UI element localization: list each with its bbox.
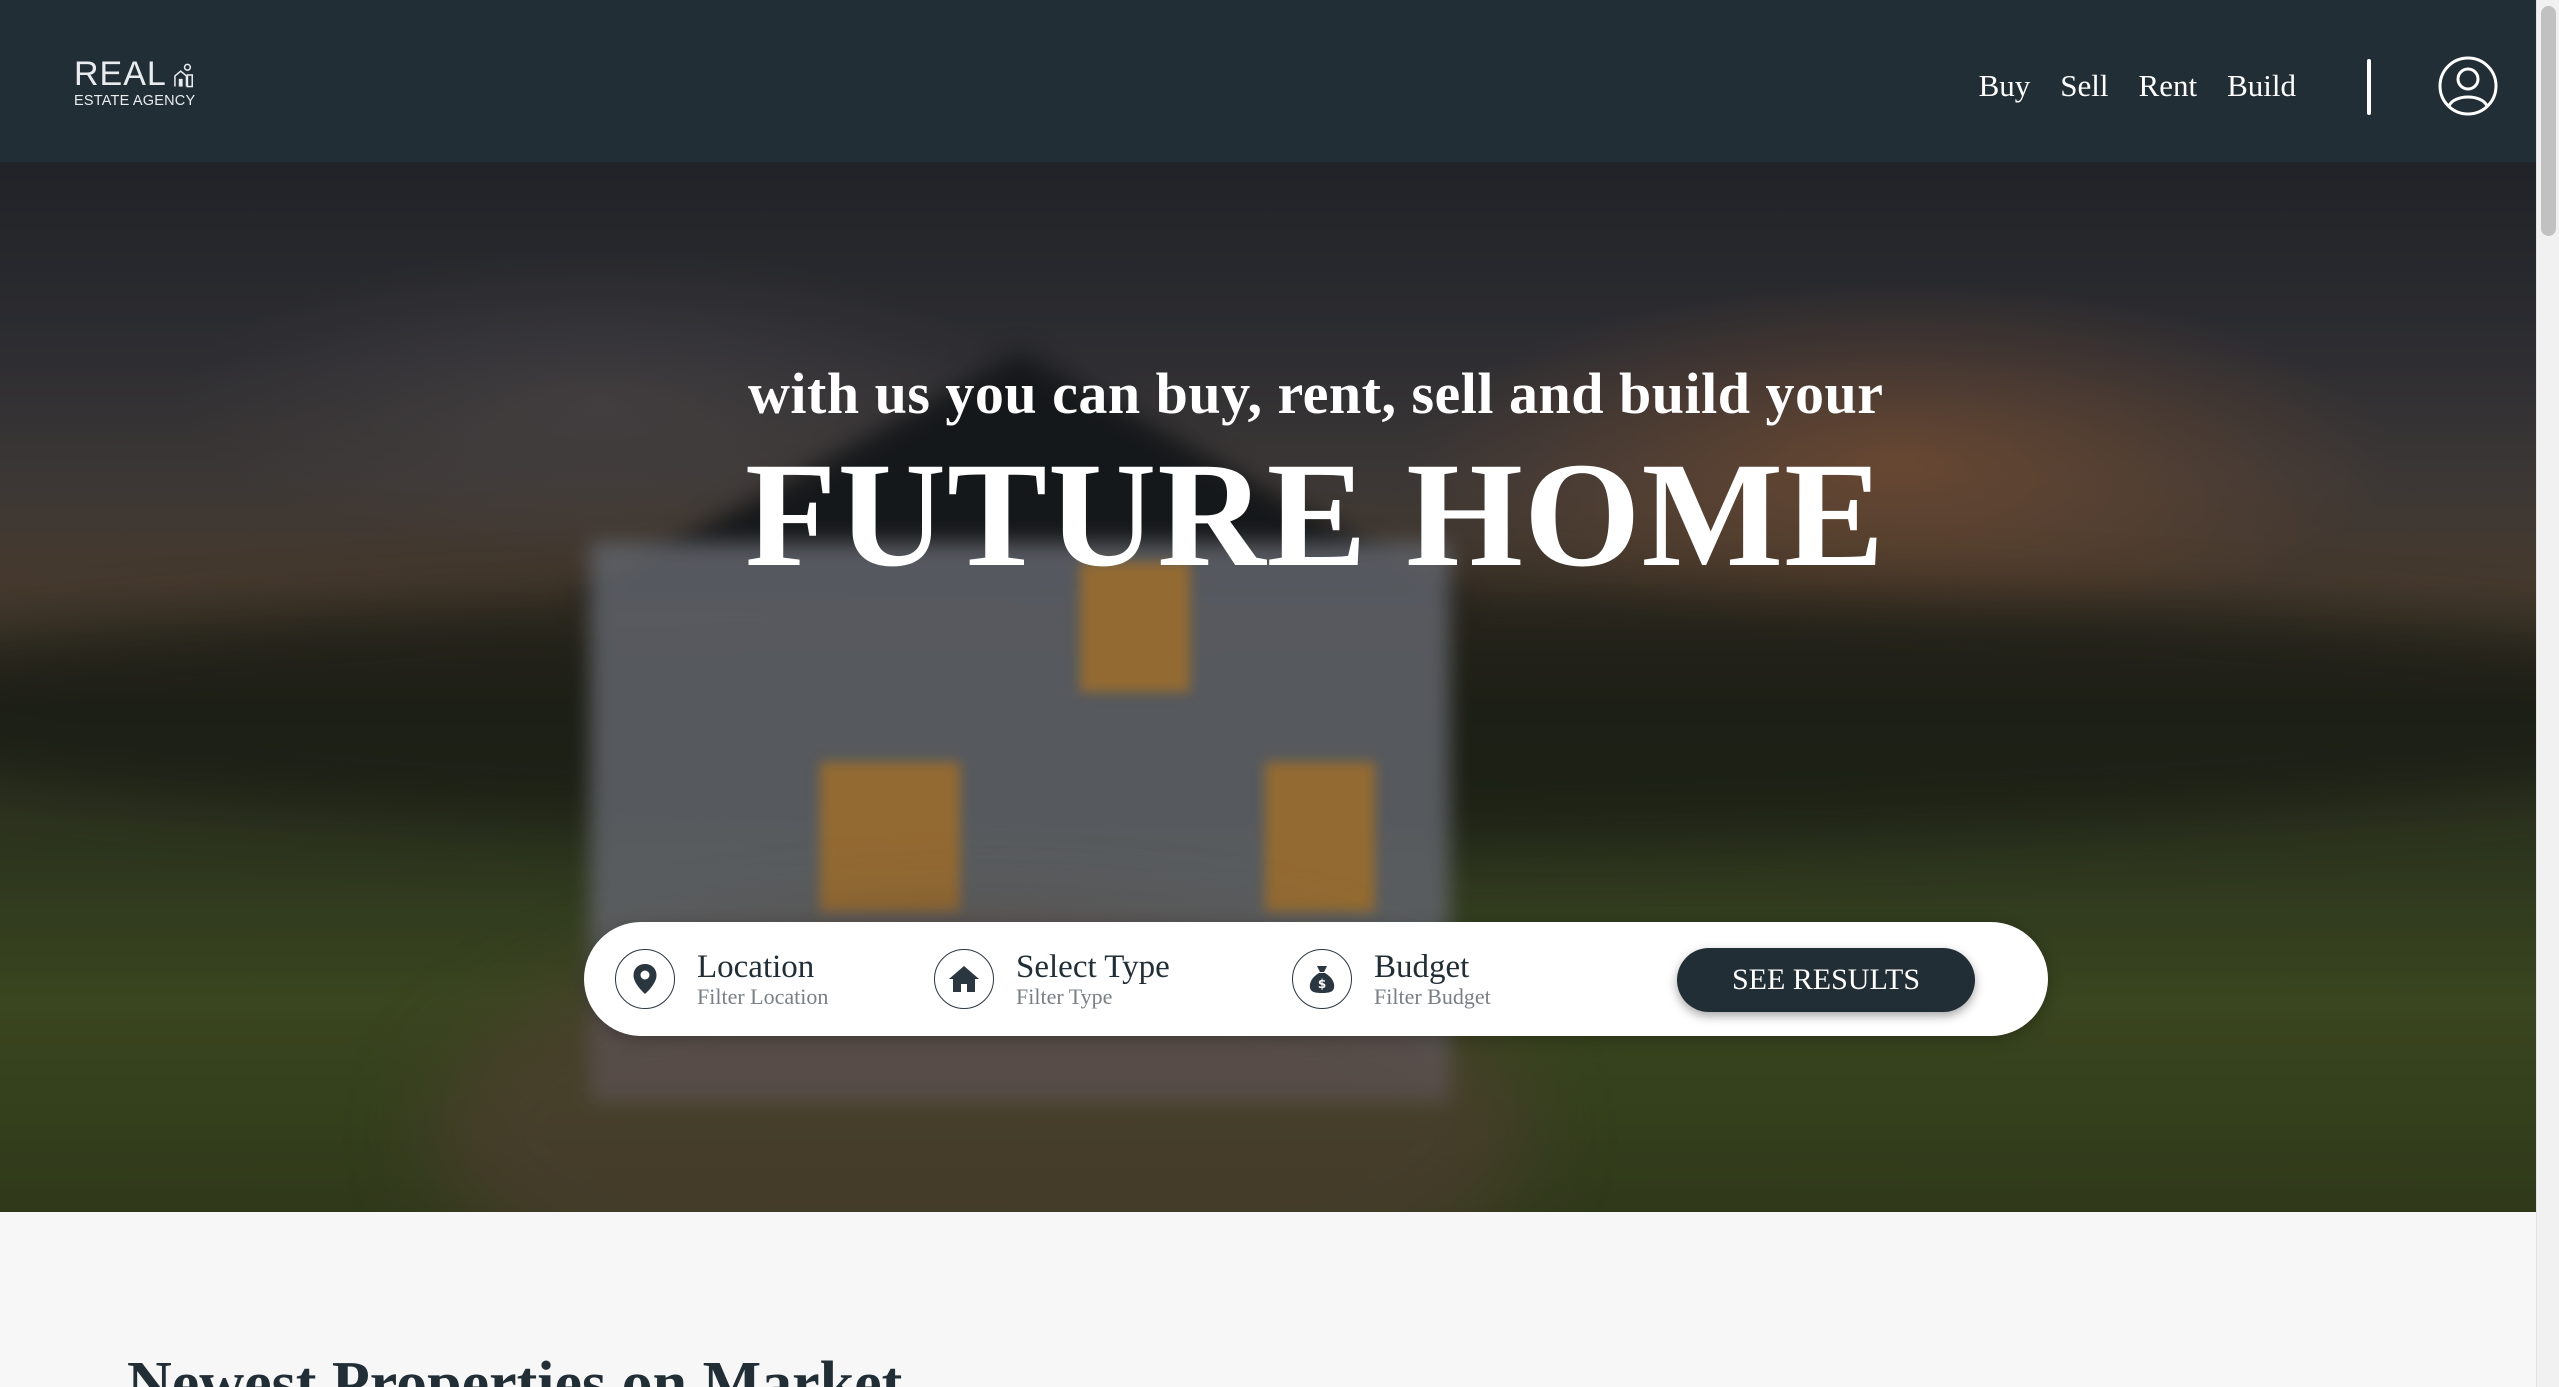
- filter-budget-sub: Filter Budget: [1374, 984, 1491, 1009]
- nav-sell[interactable]: Sell: [2060, 68, 2108, 104]
- location-pin-icon: [615, 949, 675, 1009]
- logo[interactable]: REAL ESTATE AGENCY: [74, 55, 196, 110]
- filter-type-sub: Filter Type: [1016, 984, 1113, 1009]
- house-icon: [934, 949, 994, 1009]
- logo-top: REAL: [74, 55, 194, 93]
- logo-house-icon: [173, 63, 193, 88]
- hero-overlay: [0, 162, 2536, 1212]
- nav-rent[interactable]: Rent: [2139, 68, 2198, 104]
- see-results-button[interactable]: SEE RESULTS: [1677, 948, 1975, 1012]
- filter-budget[interactable]: $ Budget Filter Budget: [1292, 946, 1491, 1012]
- main-nav: Buy Sell Rent Build: [1979, 68, 2296, 104]
- filter-budget-label: Budget: [1374, 949, 1470, 985]
- hero-section: [0, 162, 2536, 1212]
- hero-title: FUTURE HOME: [745, 432, 1886, 598]
- filter-location-sub: Filter Location: [697, 984, 829, 1009]
- nav-divider: [2367, 59, 2371, 115]
- money-bag-icon: $: [1292, 949, 1352, 1009]
- nav-build[interactable]: Build: [2227, 68, 2296, 104]
- scrollbar[interactable]: [2536, 0, 2559, 1387]
- filter-location-label: Location: [697, 949, 815, 985]
- svg-text:$: $: [1318, 977, 1326, 991]
- nav-buy[interactable]: Buy: [1979, 68, 2031, 104]
- filter-location[interactable]: Location Filter Location: [615, 946, 828, 1012]
- user-circle-icon[interactable]: [2438, 56, 2498, 116]
- logo-text-top: REAL: [74, 55, 167, 93]
- hero-subtitle: with us you can buy, rent, sell and buil…: [748, 361, 1884, 426]
- property-search-bar: Location Filter Location Select Type Fil…: [584, 922, 2048, 1036]
- section-title: Newest Properties on Market: [127, 1350, 903, 1387]
- page: REAL ESTATE AGENCY Buy Sell Rent Build w…: [0, 0, 2536, 1387]
- filter-type-label: Select Type: [1016, 949, 1170, 985]
- filter-type[interactable]: Select Type Filter Type: [934, 946, 1170, 1012]
- scrollbar-thumb[interactable]: [2541, 6, 2556, 236]
- site-header: REAL ESTATE AGENCY Buy Sell Rent Build: [0, 0, 2536, 162]
- logo-text-bottom: ESTATE AGENCY: [74, 93, 196, 109]
